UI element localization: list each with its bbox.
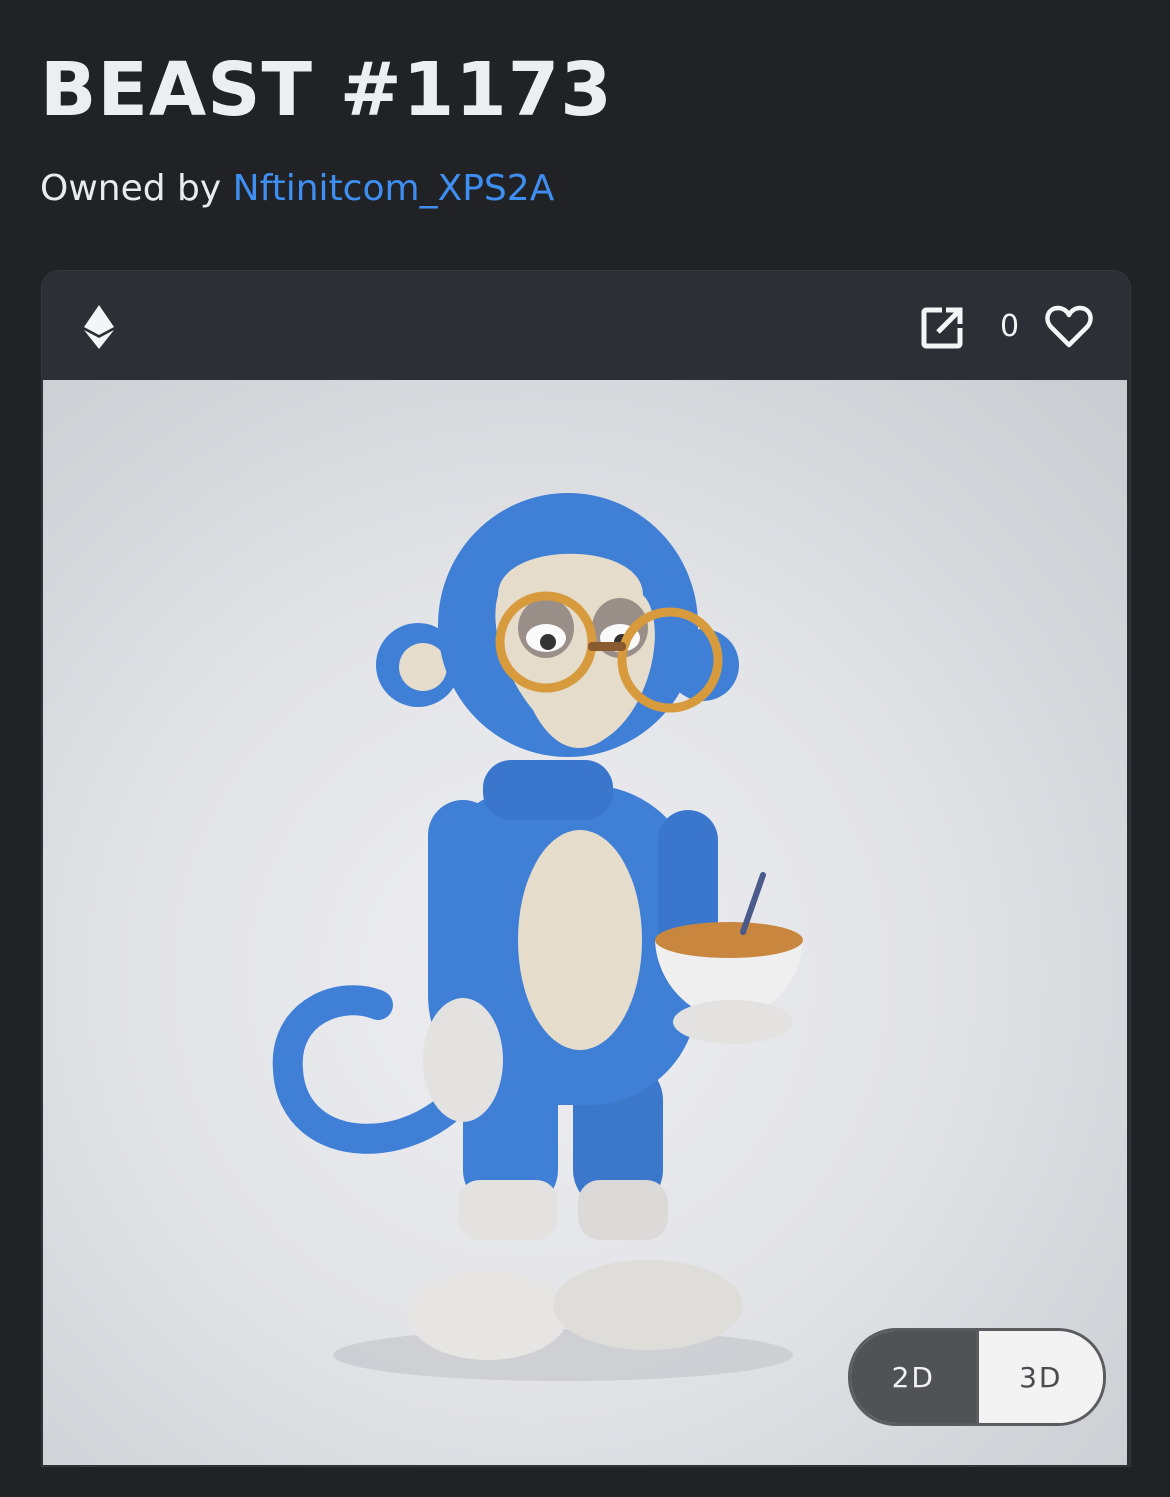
owner-prefix: Owned by (40, 168, 222, 209)
like-count: 0 (1000, 309, 1020, 344)
ethereum-icon (84, 305, 114, 349)
view-mode-toggle: 2D 3D (848, 1328, 1106, 1426)
view-3d-button[interactable]: 3D (975, 1331, 1103, 1423)
monkey-illustration (272, 493, 803, 1381)
nft-card: 0 2D 3D (41, 270, 1131, 1467)
page-title: BEAST #1173 (40, 47, 613, 133)
card-header: 0 (42, 271, 1130, 380)
heart-icon[interactable] (1045, 305, 1093, 349)
view-2d-button[interactable]: 2D (851, 1331, 976, 1423)
owner-line: Owned by Nftinitcom_XPS2A (40, 168, 554, 209)
nft-artwork: 2D 3D (43, 380, 1127, 1465)
external-link-icon[interactable] (920, 306, 964, 350)
owner-link[interactable]: Nftinitcom_XPS2A (233, 168, 555, 209)
